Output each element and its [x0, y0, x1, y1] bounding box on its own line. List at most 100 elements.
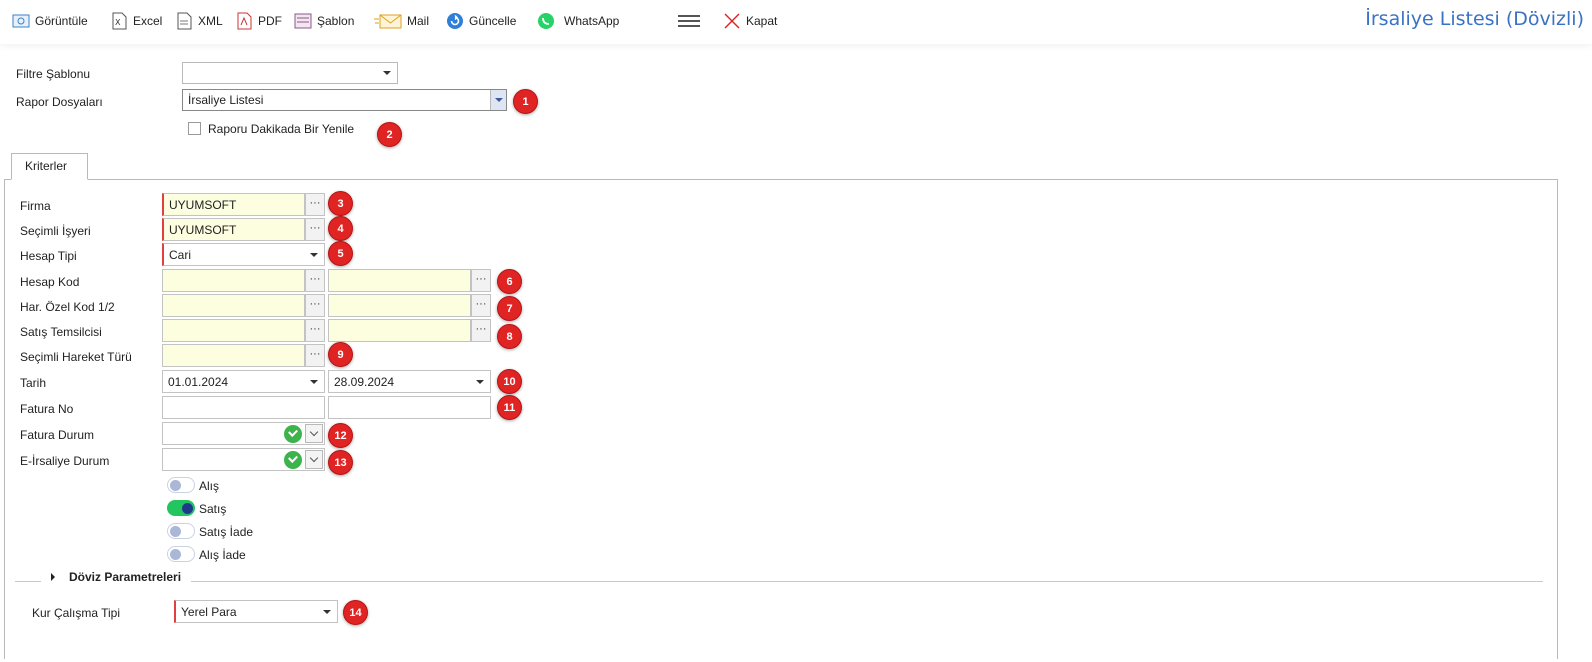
badge: 11 [497, 395, 522, 420]
refresh-button[interactable]: Güncelle [446, 12, 516, 30]
hareket-turu-input[interactable] [162, 344, 305, 367]
toolbar: Görüntüle X Excel XML PDF Şablon Mail Gü… [0, 0, 1592, 44]
chevron-down-icon [383, 71, 391, 75]
excel-label: Excel [133, 14, 163, 28]
chevron-down-icon [310, 253, 318, 257]
xml-icon [175, 12, 193, 30]
chevron-down-icon [310, 380, 318, 384]
firma-label: Firma [20, 199, 51, 213]
toggle-alis-iade[interactable] [167, 546, 195, 562]
mail-label: Mail [407, 14, 430, 28]
view-label: Görüntüle [35, 14, 88, 28]
hareket-turu-lookup-button[interactable]: ··· [305, 344, 325, 367]
view-icon [12, 12, 30, 30]
fatura-no-end-input[interactable] [328, 396, 491, 419]
tarih-end-picker[interactable]: 28.09.2024 [328, 370, 491, 393]
check-circle-icon[interactable] [284, 451, 302, 469]
badge: 6 [497, 269, 522, 294]
page-title: İrsaliye Listesi (Dövizli) [1365, 8, 1584, 30]
whatsapp-label: WhatsApp [564, 14, 620, 28]
svg-text:X: X [115, 18, 121, 27]
badge: 13 [328, 450, 353, 475]
temsilci-start-input[interactable] [162, 319, 305, 342]
firma-lookup-button[interactable]: ··· [305, 193, 325, 216]
fatura-no-label: Fatura No [20, 402, 74, 416]
temsilci-end-lookup-button[interactable]: ··· [471, 319, 491, 342]
toggle-satis-iade[interactable] [167, 523, 195, 539]
toggle-alis-label: Alış [199, 479, 220, 493]
ozel-kod-1-lookup-button[interactable]: ··· [305, 294, 325, 317]
close-button[interactable]: Kapat [723, 12, 777, 30]
excel-icon: X [110, 12, 128, 30]
isyeri-lookup-button[interactable]: ··· [305, 218, 325, 241]
fatura-no-start-input[interactable] [162, 396, 325, 419]
check-circle-icon[interactable] [284, 425, 302, 443]
badge: 3 [328, 191, 353, 216]
badge: 4 [328, 216, 353, 241]
toggle-satis-iade-label: Satış İade [199, 525, 254, 539]
mail-icon [374, 12, 402, 30]
pdf-button[interactable]: PDF [235, 12, 282, 30]
refresh-checkbox-label: Raporu Dakikada Bir Yenile [208, 122, 355, 136]
tarih-end-value: 28.09.2024 [334, 375, 395, 389]
hesap-tipi-value: Cari [169, 248, 192, 262]
filter-template-label: Filtre Şablonu [16, 67, 91, 81]
ozel-kod-2-lookup-button[interactable]: ··· [471, 294, 491, 317]
hesap-kod-end-input[interactable] [328, 269, 471, 292]
chevron-down-icon[interactable] [305, 450, 323, 469]
report-files-value: İrsaliye Listesi [188, 93, 264, 107]
hesap-kod-end-lookup-button[interactable]: ··· [471, 269, 491, 292]
refresh-label: Güncelle [469, 14, 517, 28]
badge: 14 [343, 600, 368, 625]
temsilci-end-input[interactable] [328, 319, 471, 342]
ozel-kod-label: Har. Özel Kod 1/2 [20, 300, 115, 314]
chevron-down-icon[interactable] [305, 424, 323, 443]
hesap-tipi-select[interactable]: Cari [162, 243, 325, 266]
kur-select[interactable]: Yerel Para [174, 600, 338, 623]
isyeri-label: Seçimli İşyeri [20, 224, 91, 238]
section-divider [15, 581, 1543, 582]
template-button[interactable]: Şablon [294, 12, 354, 30]
currency-section-header[interactable]: Döviz Parametreleri [41, 570, 192, 584]
hamburger-menu-icon [677, 12, 701, 30]
hesap-tipi-label: Hesap Tipi [20, 249, 77, 263]
temsilci-label: Satış Temsilcisi [20, 325, 102, 339]
currency-section-title: Döviz Parametreleri [69, 570, 182, 584]
badge: 7 [497, 296, 522, 321]
report-files-label: Rapor Dosyaları [16, 95, 103, 109]
excel-button[interactable]: X Excel [110, 12, 162, 30]
xml-label: XML [198, 14, 223, 28]
tab-kriterler[interactable]: Kriterler [11, 153, 88, 180]
whatsapp-button[interactable]: WhatsApp [537, 12, 619, 30]
expand-arrow-icon [51, 573, 55, 581]
close-icon [723, 12, 741, 30]
report-files-select[interactable]: İrsaliye Listesi [182, 89, 507, 111]
hesap-kod-label: Hesap Kod [20, 275, 80, 289]
menu-button[interactable] [677, 12, 701, 30]
template-label: Şablon [317, 14, 355, 28]
toggle-alis[interactable] [167, 477, 195, 493]
close-label: Kapat [746, 14, 778, 28]
tarih-start-picker[interactable]: 01.01.2024 [162, 370, 325, 393]
temsilci-start-lookup-button[interactable]: ··· [305, 319, 325, 342]
pdf-icon [235, 12, 253, 30]
hesap-kod-start-input[interactable] [162, 269, 305, 292]
badge: 5 [328, 241, 353, 266]
whatsapp-icon [537, 12, 555, 30]
view-button[interactable]: Görüntüle [12, 12, 88, 30]
mail-button[interactable]: Mail [374, 12, 429, 30]
hesap-kod-start-lookup-button[interactable]: ··· [305, 269, 325, 292]
badge: 2 [377, 122, 402, 147]
ozel-kod-1-input[interactable] [162, 294, 305, 317]
xml-button[interactable]: XML [175, 12, 223, 30]
firma-input[interactable]: UYUMSOFT [162, 193, 305, 216]
hareket-turu-label: Seçimli Hareket Türü [20, 350, 132, 364]
toggle-alis-iade-label: Alış İade [199, 548, 246, 562]
filter-template-select[interactable] [182, 62, 398, 84]
refresh-checkbox[interactable] [188, 122, 201, 135]
toggle-satis[interactable] [167, 500, 195, 516]
chevron-down-icon [490, 90, 506, 110]
isyeri-input[interactable]: UYUMSOFT [162, 218, 305, 241]
ozel-kod-2-input[interactable] [328, 294, 471, 317]
template-icon [294, 12, 312, 30]
